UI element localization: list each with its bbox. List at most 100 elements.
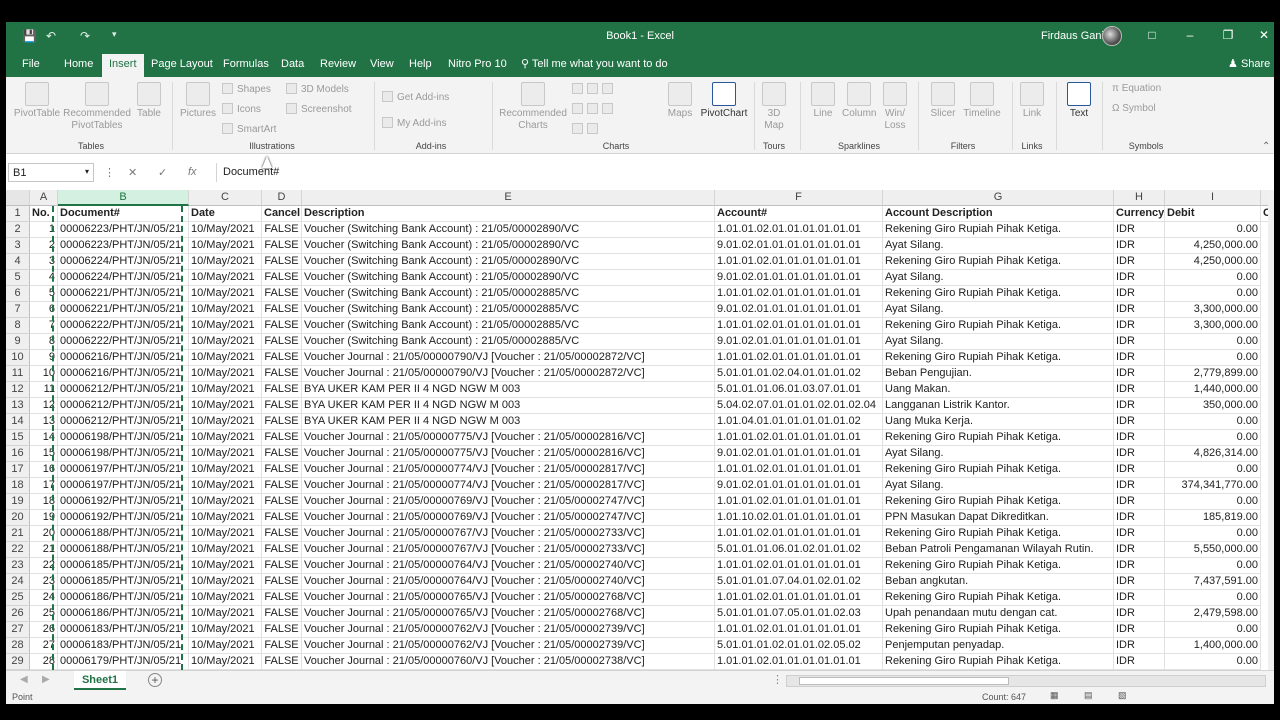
table-cell[interactable]: Langganan Listrik Kantor. [883, 398, 1114, 414]
table-cell[interactable]: 9.01.02.01.01.01.01.01.01.01 [715, 446, 883, 462]
table-cell[interactable]: Voucher (Switching Bank Account) : 21/05… [302, 270, 715, 286]
table-cell[interactable]: FALSE [262, 638, 302, 654]
table-cell[interactable]: Voucher (Switching Bank Account) : 21/05… [302, 302, 715, 318]
table-cell[interactable]: 0.00 [1165, 286, 1261, 302]
table-cell[interactable]: 13 [30, 414, 58, 430]
text-button[interactable]: Text [1064, 82, 1094, 120]
table-cell[interactable]: 10/May/2021 [189, 654, 262, 670]
table-cell[interactable]: 10/May/2021 [189, 350, 262, 366]
table-cell[interactable]: PPN Masukan Dapat Dikreditkan. [883, 510, 1114, 526]
table-cell[interactable]: 1.01.01.02.01.01.01.01.01.01 [715, 254, 883, 270]
link-button[interactable]: Link [1018, 82, 1046, 120]
table-cell[interactable]: Voucher Journal : 21/05/00000767/VJ [Vou… [302, 542, 715, 558]
table-cell[interactable]: Rekening Giro Rupiah Pihak Ketiga. [883, 558, 1114, 574]
table-cell[interactable]: Rekening Giro Rupiah Pihak Ketiga. [883, 494, 1114, 510]
table-cell[interactable]: 00006198/PHT/JN/05/21 [58, 446, 189, 462]
ribbon-display-icon[interactable]: □ [1142, 28, 1162, 42]
table-cell[interactable]: 6 [30, 302, 58, 318]
table-cell[interactable]: 10/May/2021 [189, 526, 262, 542]
minimize-icon[interactable]: – [1180, 28, 1200, 42]
table-cell[interactable]: 0.00 [1165, 222, 1261, 238]
table-cell[interactable]: 0.00 [1165, 654, 1261, 670]
table-cell[interactable]: Rekening Giro Rupiah Pihak Ketiga. [883, 286, 1114, 302]
table-cell[interactable]: Rekening Giro Rupiah Pihak Ketiga. [883, 462, 1114, 478]
row-header[interactable]: 26 [6, 606, 30, 622]
column-header[interactable]: A [30, 190, 58, 206]
table-cell[interactable]: 00006179/PHT/JN/05/21 [58, 654, 189, 670]
table-cell[interactable]: 1.01.01.02.01.01.01.01.01.01 [715, 526, 883, 542]
table-cell[interactable]: 14 [30, 430, 58, 446]
table-cell[interactable]: 10/May/2021 [189, 590, 262, 606]
header-cell[interactable]: Debit [1165, 206, 1261, 222]
table-cell[interactable]: FALSE [262, 350, 302, 366]
table-cell[interactable]: Beban Patroli Pengamanan Wilayah Rutin. [883, 542, 1114, 558]
table-cell[interactable]: 0.00 [1165, 430, 1261, 446]
table-cell[interactable]: 10/May/2021 [189, 254, 262, 270]
table-cell[interactable]: 10/May/2021 [189, 494, 262, 510]
table-cell[interactable]: Voucher Journal : 21/05/00000764/VJ [Vou… [302, 558, 715, 574]
row-header[interactable]: 20 [6, 510, 30, 526]
table-cell[interactable]: Voucher Journal : 21/05/00000775/VJ [Vou… [302, 430, 715, 446]
table-cell[interactable]: 1.01.01.02.01.01.01.01.01.01 [715, 590, 883, 606]
sheet-tab[interactable]: Sheet1 [74, 671, 126, 690]
table-cell[interactable]: IDR [1114, 286, 1165, 302]
row-header[interactable]: 9 [6, 334, 30, 350]
table-cell[interactable]: 12 [30, 398, 58, 414]
table-cell[interactable]: 00006223/PHT/JN/05/21 [58, 238, 189, 254]
table-cell[interactable]: IDR [1114, 510, 1165, 526]
table-cell[interactable]: 5 [30, 286, 58, 302]
table-cell[interactable]: FALSE [262, 318, 302, 334]
table-cell[interactable]: 10/May/2021 [189, 430, 262, 446]
tab-formulas[interactable]: Formulas [216, 54, 276, 77]
tab-page-layout[interactable]: Page Layout [144, 54, 220, 77]
share-button[interactable]: ♟ Share [1228, 57, 1270, 70]
3d-models-button[interactable]: 3D Models [286, 83, 349, 95]
table-cell[interactable]: IDR [1114, 478, 1165, 494]
column-header[interactable]: D [262, 190, 302, 206]
column-header[interactable]: G [883, 190, 1114, 206]
header-cell[interactable]: Date [189, 206, 262, 222]
table-cell[interactable]: Voucher Journal : 21/05/00000760/VJ [Vou… [302, 654, 715, 670]
table-cell[interactable]: 4,250,000.00 [1165, 254, 1261, 270]
table-cell[interactable]: Voucher Journal : 21/05/00000765/VJ [Vou… [302, 590, 715, 606]
table-cell[interactable]: IDR [1114, 414, 1165, 430]
normal-view-icon[interactable]: ▦ [1050, 690, 1059, 701]
table-cell[interactable]: Voucher Journal : 21/05/00000775/VJ [Vou… [302, 446, 715, 462]
table-cell[interactable]: FALSE [262, 254, 302, 270]
table-cell[interactable]: Voucher Journal : 21/05/00000790/VJ [Vou… [302, 350, 715, 366]
table-cell[interactable]: 2,779,899.00 [1165, 366, 1261, 382]
table-cell[interactable]: IDR [1114, 590, 1165, 606]
column-header[interactable]: F [715, 190, 883, 206]
table-cell[interactable]: FALSE [262, 270, 302, 286]
table-cell[interactable]: Voucher Journal : 21/05/00000769/VJ [Vou… [302, 494, 715, 510]
scroll-thumb[interactable] [799, 677, 1009, 685]
table-cell[interactable]: 00006224/PHT/JN/05/21 [58, 254, 189, 270]
table-cell[interactable]: 10/May/2021 [189, 222, 262, 238]
row-header[interactable]: 13 [6, 398, 30, 414]
tab-data[interactable]: Data [274, 54, 311, 77]
timeline-button[interactable]: Timeline [962, 82, 1002, 120]
table-cell[interactable]: Voucher Journal : 21/05/00000762/VJ [Vou… [302, 638, 715, 654]
table-cell[interactable]: 17 [30, 478, 58, 494]
table-cell[interactable]: 22 [30, 558, 58, 574]
maximize-icon[interactable]: ❐ [1218, 28, 1238, 42]
table-cell[interactable]: 9 [30, 350, 58, 366]
row-header[interactable]: 28 [6, 638, 30, 654]
table-cell[interactable]: Voucher Journal : 21/05/00000774/VJ [Vou… [302, 478, 715, 494]
table-cell[interactable]: 9.01.02.01.01.01.01.01.01.01 [715, 238, 883, 254]
table-cell[interactable]: IDR [1114, 270, 1165, 286]
table-cell[interactable]: 00006224/PHT/JN/05/21 [58, 270, 189, 286]
row-header[interactable]: 22 [6, 542, 30, 558]
table-cell[interactable]: Voucher Journal : 21/05/00000764/VJ [Vou… [302, 574, 715, 590]
table-cell[interactable]: Ayat Silang. [883, 270, 1114, 286]
table-cell[interactable]: IDR [1114, 446, 1165, 462]
table-cell[interactable]: IDR [1114, 238, 1165, 254]
table-cell[interactable]: 1,440,000.00 [1165, 382, 1261, 398]
table-cell[interactable]: FALSE [262, 462, 302, 478]
table-cell[interactable]: 00006185/PHT/JN/05/21 [58, 558, 189, 574]
table-cell[interactable]: 10/May/2021 [189, 334, 262, 350]
table-cell[interactable]: 5.01.01.01.07.04.01.02.01.02 [715, 574, 883, 590]
vertical-scrollbar[interactable] [1268, 190, 1274, 670]
smartart-button[interactable]: SmartArt [222, 123, 276, 135]
table-cell[interactable]: IDR [1114, 542, 1165, 558]
